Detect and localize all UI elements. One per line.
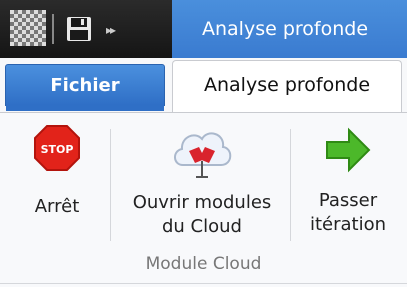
quick-access-toolbar: ▸▸: [0, 0, 172, 58]
next-iteration-button[interactable]: Passer itération: [292, 113, 404, 237]
stop-label: Arrêt: [34, 196, 80, 217]
open-cloud-modules-label-line2: du Cloud: [162, 216, 242, 237]
stop-button[interactable]: STOP Arrêt: [12, 113, 102, 219]
save-icon[interactable]: [66, 16, 92, 42]
window-title: Analyse profonde: [202, 18, 369, 40]
tab-file[interactable]: Fichier: [5, 64, 165, 111]
double-chevron-right-icon[interactable]: ▸▸: [106, 23, 116, 37]
title-bar: ▸▸ Analyse profonde: [0, 0, 407, 58]
ribbon-separator: [290, 129, 291, 241]
stop-sign-icon: STOP: [34, 125, 80, 171]
qat-separator: [52, 14, 54, 44]
open-cloud-modules-label-line1: Ouvrir modules: [132, 192, 272, 213]
green-arrow-right-icon: [326, 127, 371, 173]
tab-analyse-profonde[interactable]: Analyse profonde: [172, 60, 402, 115]
ribbon-group-label: Module Cloud: [145, 254, 262, 274]
cloud-download-icon: [174, 132, 232, 178]
ribbon-separator: [110, 129, 111, 241]
ribbon-bottom-border: [0, 283, 407, 284]
open-cloud-modules-button[interactable]: Ouvrir modules du Cloud: [118, 113, 286, 239]
stop-sign-text: STOP: [41, 143, 74, 156]
ribbon-panel: STOP Arrêt Ouvrir modules du Cloud Passe…: [0, 112, 407, 287]
window-title-area: Analyse profonde: [172, 0, 407, 58]
next-iteration-label-line1: Passer: [318, 190, 378, 211]
next-iteration-label-line2: itération: [309, 214, 387, 235]
app-icon[interactable]: [10, 10, 46, 46]
